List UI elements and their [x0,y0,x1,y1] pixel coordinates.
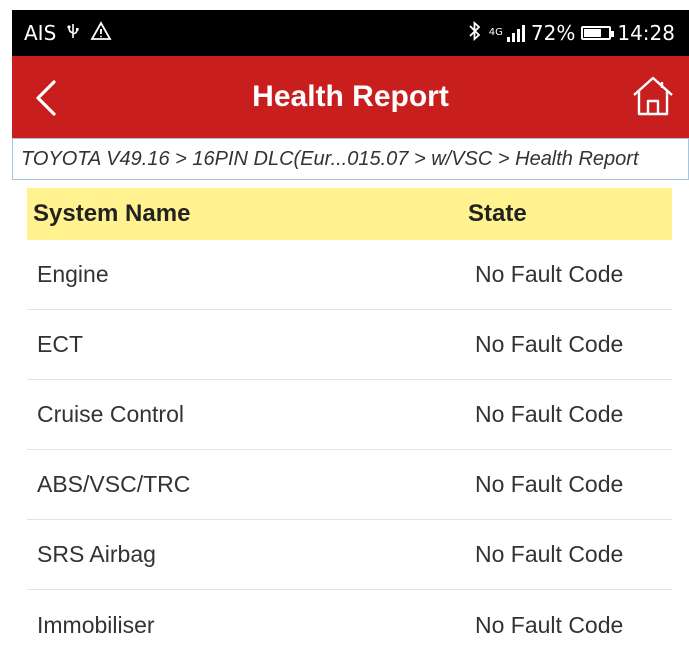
warning-icon [90,21,112,45]
state-cell: No Fault Code [475,401,624,427]
table-row[interactable]: ABS/VSC/TRC No Fault Code [27,450,672,520]
system-name-cell: SRS Airbag [37,541,156,567]
home-icon [633,76,673,116]
app-header: Health Report [12,56,689,138]
state-cell: No Fault Code [475,261,624,287]
home-button[interactable] [631,74,675,118]
battery-percent: 72% [530,21,576,45]
table-row[interactable]: Immobiliser No Fault Code [27,590,672,660]
system-name-cell: Cruise Control [37,401,184,427]
table-row[interactable]: Cruise Control No Fault Code [27,380,672,450]
breadcrumb: TOYOTA V49.16 > 16PIN DLC(Eur...015.07 >… [12,138,689,180]
network-type: 4G [488,27,503,38]
system-name-cell: ECT [37,331,83,357]
status-bar: AIS 4G 72% 14:28 [12,10,689,56]
state-cell: No Fault Code [475,331,624,357]
state-cell: No Fault Code [475,471,624,497]
status-left: AIS [12,21,112,45]
system-name-cell: ABS/VSC/TRC [37,471,191,497]
table-body: Engine No Fault Code ECT No Fault Code Cruis… [27,240,672,660]
table-row[interactable]: ECT No Fault Code [27,310,672,380]
back-button[interactable] [30,78,66,118]
table-row[interactable]: Engine No Fault Code [27,240,672,310]
signal-icon [506,24,525,42]
usb-icon [64,22,82,44]
state-cell: No Fault Code [475,541,624,567]
health-report-table: System Name State Engine No Fault Code ECT… [27,188,672,660]
table-row[interactable]: SRS Airbag No Fault Code [27,520,672,590]
health-report-screen: AIS 4G 72% 14:28 Health Report TOYOTA V4… [0,0,689,657]
status-right: 4G 72% 14:28 [467,20,689,45]
chevron-left-icon [36,80,56,116]
table-header: System Name State [27,188,672,240]
battery-icon [581,26,615,40]
page-title: Health Report [252,80,449,113]
system-name-cell: Engine [37,261,109,287]
carrier-name: AIS [24,21,57,45]
state-cell: No Fault Code [475,611,624,638]
battery-fill [584,29,602,37]
clock: 14:28 [617,21,675,45]
column-header-system-name: System Name [33,200,191,227]
system-name-cell: Immobiliser [37,611,155,638]
bluetooth-icon [467,20,483,45]
column-header-state: State [468,200,527,227]
